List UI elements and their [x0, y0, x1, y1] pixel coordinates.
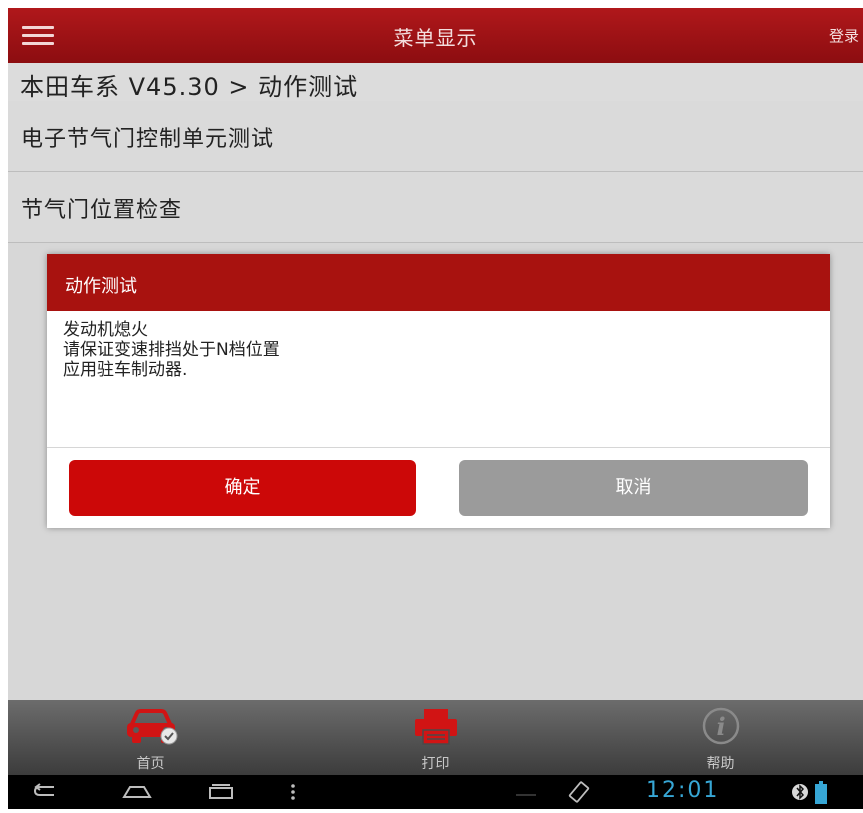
list-item-throttle-position-check[interactable]: 节气门位置检查: [8, 172, 863, 242]
list-item-label: 电子节气门控制单元测试: [21, 127, 275, 152]
info-icon: i: [578, 706, 863, 746]
action-test-dialog: 动作测试 发动机熄火 请保证变速排挡处于N档位置 应用驻车制动器. 确定 取消: [47, 254, 830, 528]
header-title: 菜单显示: [393, 26, 478, 50]
status-clock: 12:01: [646, 778, 720, 803]
home-icon[interactable]: [120, 775, 154, 809]
cancel-button[interactable]: 取消: [459, 460, 808, 516]
breadcrumb: 本田车系 V45.30 > 动作测试: [8, 63, 863, 101]
system-nav-bar: 12:01: [8, 775, 863, 809]
dialog-message-line: 请保证变速排挡处于N档位置: [63, 340, 280, 360]
overflow-menu-icon[interactable]: [288, 775, 298, 809]
screen-rotate-icon: [564, 775, 594, 809]
app-header: 菜单显示 登录: [8, 8, 863, 63]
breadcrumb-text: 本田车系 V45.30 > 动作测试: [20, 73, 359, 101]
dialog-divider: [47, 447, 830, 448]
tab-label: 首页: [136, 756, 165, 772]
confirm-button[interactable]: 确定: [69, 460, 416, 516]
list-divider: [8, 242, 863, 243]
tab-home[interactable]: 首页: [8, 700, 293, 775]
top-strip: [0, 0, 863, 8]
tab-label: 帮助: [706, 756, 735, 772]
login-button[interactable]: 登录: [829, 25, 859, 46]
dialog-message-line: 发动机熄火: [63, 320, 148, 340]
recent-apps-icon[interactable]: [204, 775, 238, 809]
svg-text:i: i: [716, 712, 725, 741]
dialog-header: 动作测试: [47, 254, 830, 311]
tab-print[interactable]: 打印: [293, 700, 578, 775]
list-item-throttle-control-test[interactable]: 电子节气门控制单元测试: [8, 101, 863, 171]
dialog-message-line: 应用驻车制动器.: [63, 360, 188, 380]
list-item-label: 节气门位置检查: [21, 198, 183, 223]
battery-icon: [814, 775, 830, 809]
tab-help[interactable]: i 帮助: [578, 700, 863, 775]
dialog-title: 动作测试: [65, 276, 137, 297]
back-icon[interactable]: [32, 775, 62, 809]
dialog-message: 发动机熄火 请保证变速排挡处于N档位置 应用驻车制动器.: [63, 320, 803, 380]
bottom-tab-bar: 首页 打印 i 帮助: [8, 700, 863, 775]
car-check-icon: [8, 706, 293, 746]
bluetooth-icon: [790, 775, 810, 809]
printer-icon: [293, 706, 578, 746]
notification-line-icon: [513, 775, 539, 809]
tab-label: 打印: [421, 756, 450, 772]
